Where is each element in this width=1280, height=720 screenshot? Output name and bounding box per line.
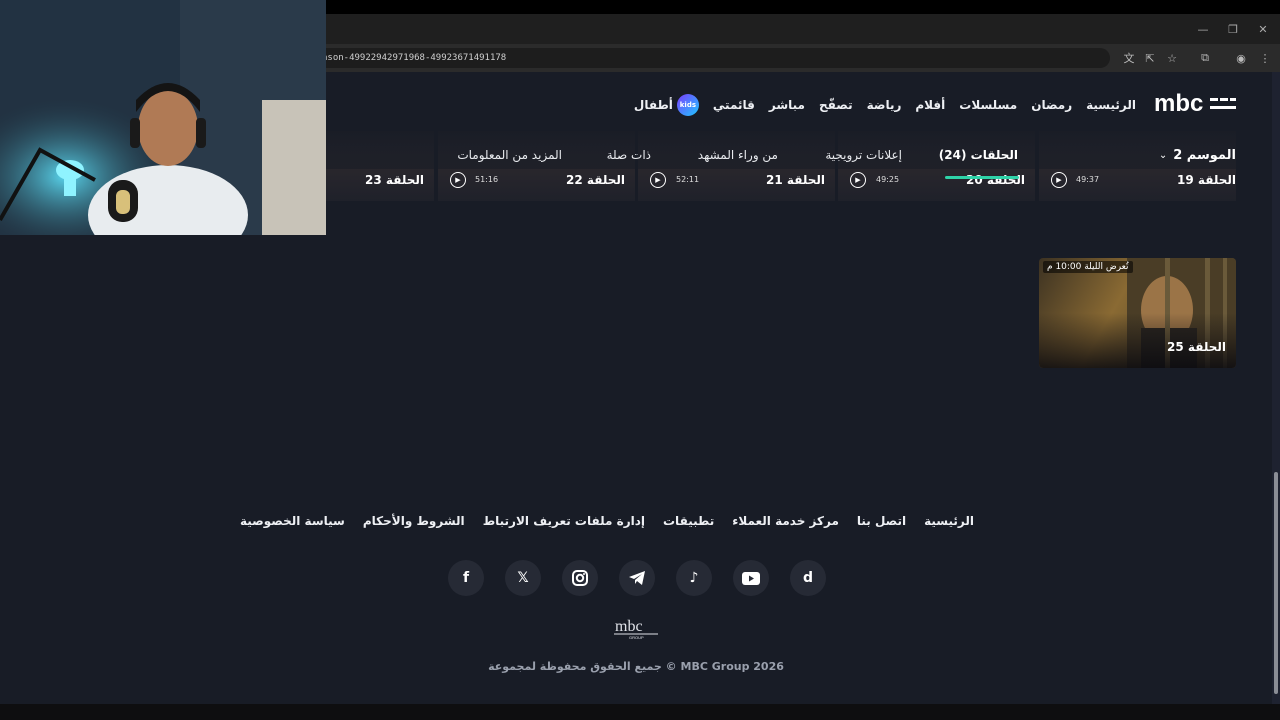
mbc-group-logo: mbc GROUP xyxy=(614,618,658,640)
youtube-icon[interactable] xyxy=(733,560,769,596)
nav-item-kids[interactable]: kids أطفال xyxy=(634,94,699,116)
tab-related[interactable]: ذات صلة xyxy=(607,148,651,162)
nav-item-my-list[interactable]: قائمتي xyxy=(713,98,755,112)
svg-text:GROUP: GROUP xyxy=(629,635,644,640)
nav-item-home[interactable]: الرئيسية xyxy=(1086,98,1136,112)
episode-title: الحلقة 22 xyxy=(566,173,625,187)
mbc-shahid-logo[interactable]: mbc xyxy=(1154,90,1238,116)
play-icon[interactable]: ▶ xyxy=(850,172,866,188)
episode-duration: 49:25 xyxy=(876,175,900,184)
telegram-icon[interactable] xyxy=(619,560,655,596)
cast-icon[interactable]: ⇱ xyxy=(1140,48,1160,68)
footer-link-support[interactable]: مركز خدمة العملاء xyxy=(732,514,839,528)
address-bar[interactable]: ason-49922942971968-49923671491178 xyxy=(300,48,1110,68)
footer-link-terms[interactable]: الشروط والأحكام xyxy=(363,514,465,528)
tab-behind-scenes[interactable]: من وراء المشهد xyxy=(698,148,778,162)
episode-title: الحلقة 23 xyxy=(365,173,424,187)
nav-item-browse[interactable]: تصفّح xyxy=(819,98,853,112)
menu-icon[interactable]: ⋮ xyxy=(1255,48,1275,68)
shahid-icon[interactable]: d xyxy=(790,560,826,596)
season-selector[interactable]: الموسم 2 ⌄ xyxy=(1159,148,1236,163)
close-icon[interactable]: ✕ xyxy=(1248,14,1278,44)
air-time-badge: تُعرض الليلة 10:00 م xyxy=(1043,261,1133,273)
tab-episodes[interactable]: الحلقات (24) xyxy=(939,148,1018,162)
play-icon[interactable]: ▶ xyxy=(650,172,666,188)
translate-icon[interactable]: 文 xyxy=(1119,48,1139,68)
upcoming-episode-card[interactable]: تُعرض الليلة 10:00 م الحلقة 25 xyxy=(1039,258,1236,368)
footer-link-home[interactable]: الرئيسية xyxy=(924,514,974,528)
copyright-text: جميع الحقوق محفوظة لمجموعة © MBC Group 2… xyxy=(488,660,784,673)
nav-item-sports[interactable]: رياضة xyxy=(867,98,902,112)
play-icon[interactable]: ▶ xyxy=(1051,172,1067,188)
nav-item-live[interactable]: مباشر xyxy=(769,98,805,112)
restore-icon[interactable]: ❐ xyxy=(1218,14,1248,44)
social-links: d ♪ 𝕏 f xyxy=(448,560,826,596)
extensions-icon[interactable]: ⧉ xyxy=(1195,48,1215,68)
episode-duration: 52:11 xyxy=(676,175,700,184)
episode-title: الحلقة 21 xyxy=(766,173,825,187)
footer-link-cookies[interactable]: إدارة ملفات تعريف الارتباط xyxy=(483,514,645,528)
main-nav: الرئيسية رمضان مسلسلات أفلام رياضة تصفّح… xyxy=(634,94,1136,116)
episode-duration: 49:37 xyxy=(1076,175,1100,184)
tiktok-icon[interactable]: ♪ xyxy=(676,560,712,596)
season-label: الموسم 2 xyxy=(1173,148,1236,163)
svg-text:mbc: mbc xyxy=(615,618,643,635)
chevron-down-icon: ⌄ xyxy=(1158,150,1168,161)
episode-duration: 51:16 xyxy=(475,175,499,184)
bookmark-star-icon[interactable]: ☆ xyxy=(1162,48,1182,68)
footer-link-contact[interactable]: اتصل بنا xyxy=(857,514,906,528)
kids-label: أطفال xyxy=(633,98,673,112)
play-icon[interactable]: ▶ xyxy=(450,172,466,188)
nav-item-series[interactable]: مسلسلات xyxy=(959,98,1017,112)
screen: — ❐ ✕ ason-49922942971968-49923671491178… xyxy=(0,0,1280,720)
x-icon[interactable]: 𝕏 xyxy=(505,560,541,596)
upcoming-episode-title: الحلقة 25 xyxy=(1167,340,1226,354)
episode-title: الحلقة 19 xyxy=(1177,173,1236,187)
footer-links: الرئيسية اتصل بنا مركز خدمة العملاء تطبي… xyxy=(240,514,974,528)
active-tab-indicator xyxy=(945,176,1019,179)
tab-more-info[interactable]: المزيد من المعلومات xyxy=(457,148,562,162)
footer-link-privacy[interactable]: سياسة الخصوصية xyxy=(240,514,345,528)
facebook-icon[interactable]: f xyxy=(448,560,484,596)
tab-promos[interactable]: إعلانات ترويجية xyxy=(825,148,902,162)
instagram-icon[interactable] xyxy=(562,560,598,596)
taskbar-strip xyxy=(0,704,1280,720)
scrollbar-thumb[interactable] xyxy=(1274,472,1278,694)
svg-text:mbc: mbc xyxy=(1154,90,1203,116)
minimize-icon[interactable]: — xyxy=(1188,14,1218,44)
profile-icon[interactable]: ◉ xyxy=(1231,48,1251,68)
footer-link-apps[interactable]: تطبيقات xyxy=(663,514,714,528)
nav-item-movies[interactable]: أفلام xyxy=(915,98,945,112)
webcam-feed-image xyxy=(0,0,326,235)
kids-badge-icon: kids xyxy=(676,94,699,116)
nav-item-ramadan[interactable]: رمضان xyxy=(1031,98,1072,112)
webcam-overlay xyxy=(0,0,326,235)
url-text: ason-49922942971968-49923671491178 xyxy=(322,53,507,63)
